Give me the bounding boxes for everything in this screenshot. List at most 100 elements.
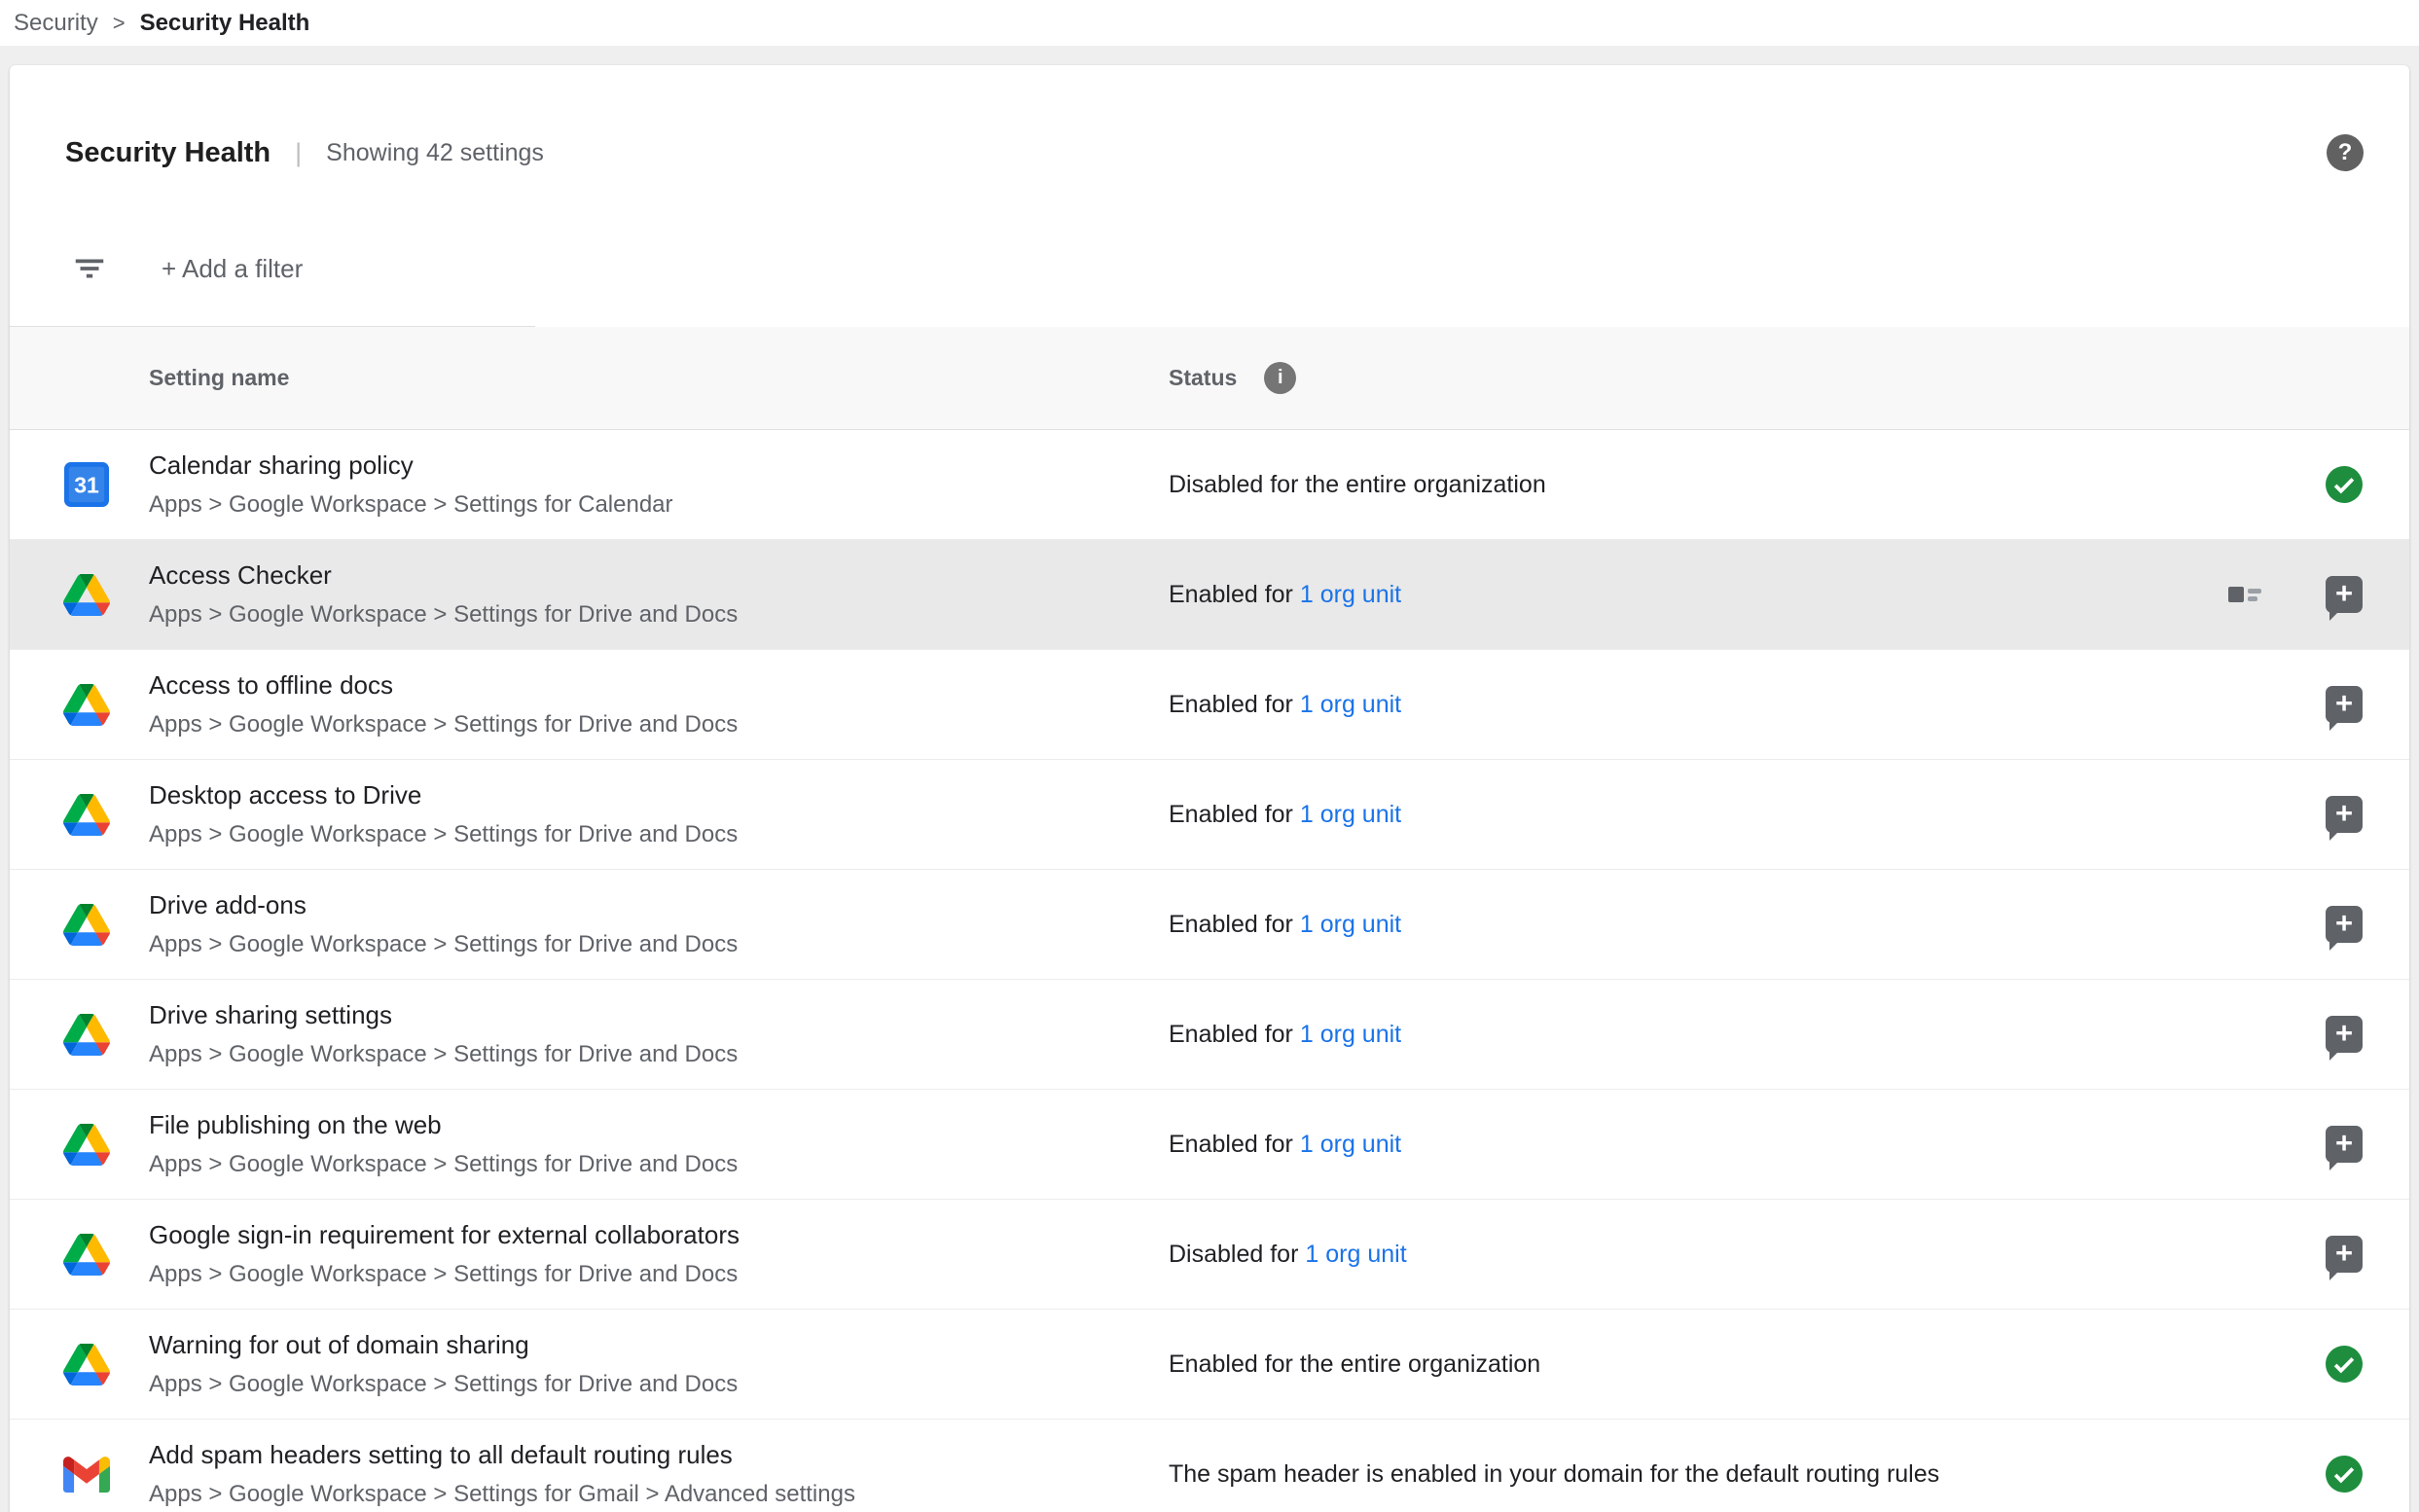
setting-cell: Google sign-in requirement for external …	[149, 1220, 1169, 1288]
status-text: Enabled for	[1169, 1131, 1293, 1158]
setting-path: Apps > Google Workspace > Settings for D…	[149, 1261, 1169, 1288]
status-text: Disabled for	[1169, 1241, 1298, 1268]
status-cell: The spam header is enabled in your domai…	[1169, 1460, 2326, 1489]
setting-path: Apps > Google Workspace > Settings for D…	[149, 1371, 1169, 1398]
status-label: Status	[1169, 365, 1237, 391]
status-text: Enabled for	[1169, 1021, 1293, 1048]
security-health-card: Security Health | Showing 42 settings ? …	[10, 65, 2409, 1512]
table-row[interactable]: Desktop access to Drive Apps > Google Wo…	[10, 760, 2409, 870]
org-unit-link[interactable]: 1 org unit	[1300, 581, 1401, 608]
recommendation-badge[interactable]	[2326, 906, 2363, 943]
status-cell: Enabled for 1 org unit	[1169, 1021, 2326, 1049]
column-setting-name: Setting name	[149, 365, 1169, 391]
status-text: Enabled for	[1169, 801, 1293, 828]
org-unit-link[interactable]: 1 org unit	[1300, 691, 1401, 718]
setting-path: Apps > Google Workspace > Settings for D…	[149, 1041, 1169, 1068]
setting-title: Add spam headers setting to all default …	[149, 1440, 1169, 1470]
status-cell: Disabled for the entire organization	[1169, 471, 2326, 499]
page-title: Security Health	[65, 137, 271, 169]
table-row[interactable]: Drive add-ons Apps > Google Workspace > …	[10, 870, 2409, 980]
table-row[interactable]: Google sign-in requirement for external …	[10, 1200, 2409, 1310]
table-row[interactable]: Warning for out of domain sharing Apps >…	[10, 1310, 2409, 1420]
setting-path: Apps > Google Workspace > Settings for D…	[149, 601, 1169, 629]
breadcrumb-security-health: Security Health	[140, 10, 310, 37]
setting-path: Apps > Google Workspace > Settings for D…	[149, 711, 1169, 738]
table-row[interactable]: Drive sharing settings Apps > Google Wor…	[10, 980, 2409, 1090]
status-cell: Enabled for the entire organization	[1169, 1350, 2326, 1379]
status-ok-badge[interactable]	[2326, 1456, 2363, 1493]
setting-cell: Desktop access to Drive Apps > Google Wo…	[149, 780, 1169, 848]
table-header: Setting name Status i	[10, 327, 2409, 430]
setting-path: Apps > Google Workspace > Settings for D…	[149, 821, 1169, 848]
setting-title: Google sign-in requirement for external …	[149, 1220, 1169, 1250]
org-unit-link[interactable]: 1 org unit	[1300, 1021, 1401, 1048]
setting-cell: Drive add-ons Apps > Google Workspace > …	[149, 890, 1169, 958]
setting-cell: Drive sharing settings Apps > Google Wor…	[149, 1000, 1169, 1068]
org-unit-link[interactable]: 1 org unit	[1300, 1131, 1401, 1158]
status-cell: Enabled for 1 org unit	[1169, 911, 2326, 939]
setting-title: File publishing on the web	[149, 1110, 1169, 1140]
calendar-icon	[63, 461, 110, 508]
table-row[interactable]: File publishing on the web Apps > Google…	[10, 1090, 2409, 1200]
recommendation-badge[interactable]	[2326, 796, 2363, 833]
setting-cell: Warning for out of domain sharing Apps >…	[149, 1330, 1169, 1398]
status-text: Enabled for	[1169, 691, 1293, 718]
drive-icon	[63, 791, 110, 838]
org-unit-link[interactable]: 1 org unit	[1305, 1241, 1406, 1268]
table-row[interactable]: Access to offline docs Apps > Google Wor…	[10, 650, 2409, 760]
drive-icon	[63, 901, 110, 948]
status-ok-badge[interactable]	[2326, 466, 2363, 503]
org-unit-link[interactable]: 1 org unit	[1300, 911, 1401, 938]
status-text: Enabled for	[1169, 911, 1293, 938]
breadcrumb: Security > Security Health	[0, 0, 2419, 46]
setting-path: Apps > Google Workspace > Settings for D…	[149, 1151, 1169, 1178]
setting-cell: Add spam headers setting to all default …	[149, 1440, 1169, 1508]
setting-title: Desktop access to Drive	[149, 780, 1169, 810]
drive-icon	[63, 1011, 110, 1058]
help-icon[interactable]: ?	[2327, 134, 2364, 171]
status-cell: Enabled for1 org unit	[1169, 581, 2227, 609]
setting-cell: Access to offline docs Apps > Google Wor…	[149, 670, 1169, 738]
recommendation-badge[interactable]	[2326, 1016, 2363, 1053]
filter-bar: + Add a filter	[10, 211, 2409, 326]
drive-icon	[63, 571, 110, 618]
recommendation-badge[interactable]	[2326, 576, 2363, 613]
setting-title: Calendar sharing policy	[149, 450, 1169, 481]
org-unit-link[interactable]: 1 org unit	[1300, 801, 1401, 828]
status-cell: Enabled for 1 org unit	[1169, 691, 2326, 719]
drive-icon	[63, 1341, 110, 1387]
drive-icon	[63, 1121, 110, 1168]
recommendation-badge[interactable]	[2326, 1236, 2363, 1273]
table-row[interactable]: Access Checker Apps > Google Workspace >…	[10, 540, 2409, 650]
status-ok-badge[interactable]	[2326, 1346, 2363, 1383]
status-text: Enabled for the entire organization	[1169, 1350, 1540, 1378]
setting-path: Apps > Google Workspace > Settings for D…	[149, 931, 1169, 958]
setting-title: Access to offline docs	[149, 670, 1169, 701]
breadcrumb-separator-icon: >	[113, 11, 126, 36]
setting-cell: Access Checker Apps > Google Workspace >…	[149, 560, 1169, 629]
setting-title: Access Checker	[149, 560, 1169, 591]
settings-count: Showing 42 settings	[326, 139, 544, 167]
setting-cell: Calendar sharing policy Apps > Google Wo…	[149, 450, 1169, 519]
status-text: The spam header is enabled in your domai…	[1169, 1460, 1939, 1488]
gmail-icon	[63, 1451, 110, 1497]
setting-title: Warning for out of domain sharing	[149, 1330, 1169, 1360]
drive-icon	[63, 1231, 110, 1278]
org-unit-indicator-icon[interactable]	[2227, 582, 2262, 608]
add-filter-button[interactable]: + Add a filter	[162, 254, 303, 284]
card-header: Security Health | Showing 42 settings ?	[10, 65, 2409, 211]
setting-title: Drive sharing settings	[149, 1000, 1169, 1030]
setting-path: Apps > Google Workspace > Settings for G…	[149, 1481, 1169, 1508]
setting-cell: File publishing on the web Apps > Google…	[149, 1110, 1169, 1178]
table-row[interactable]: Add spam headers setting to all default …	[10, 1420, 2409, 1512]
setting-title: Drive add-ons	[149, 890, 1169, 920]
column-status: Status i	[1169, 362, 1296, 394]
recommendation-badge[interactable]	[2326, 1126, 2363, 1163]
breadcrumb-security[interactable]: Security	[14, 10, 98, 37]
filter-list-icon	[71, 250, 108, 287]
recommendation-badge[interactable]	[2326, 686, 2363, 723]
info-icon[interactable]: i	[1264, 362, 1296, 394]
table-row[interactable]: Calendar sharing policy Apps > Google Wo…	[10, 430, 2409, 540]
status-cell: Enabled for 1 org unit	[1169, 1131, 2326, 1159]
drive-icon	[63, 681, 110, 728]
